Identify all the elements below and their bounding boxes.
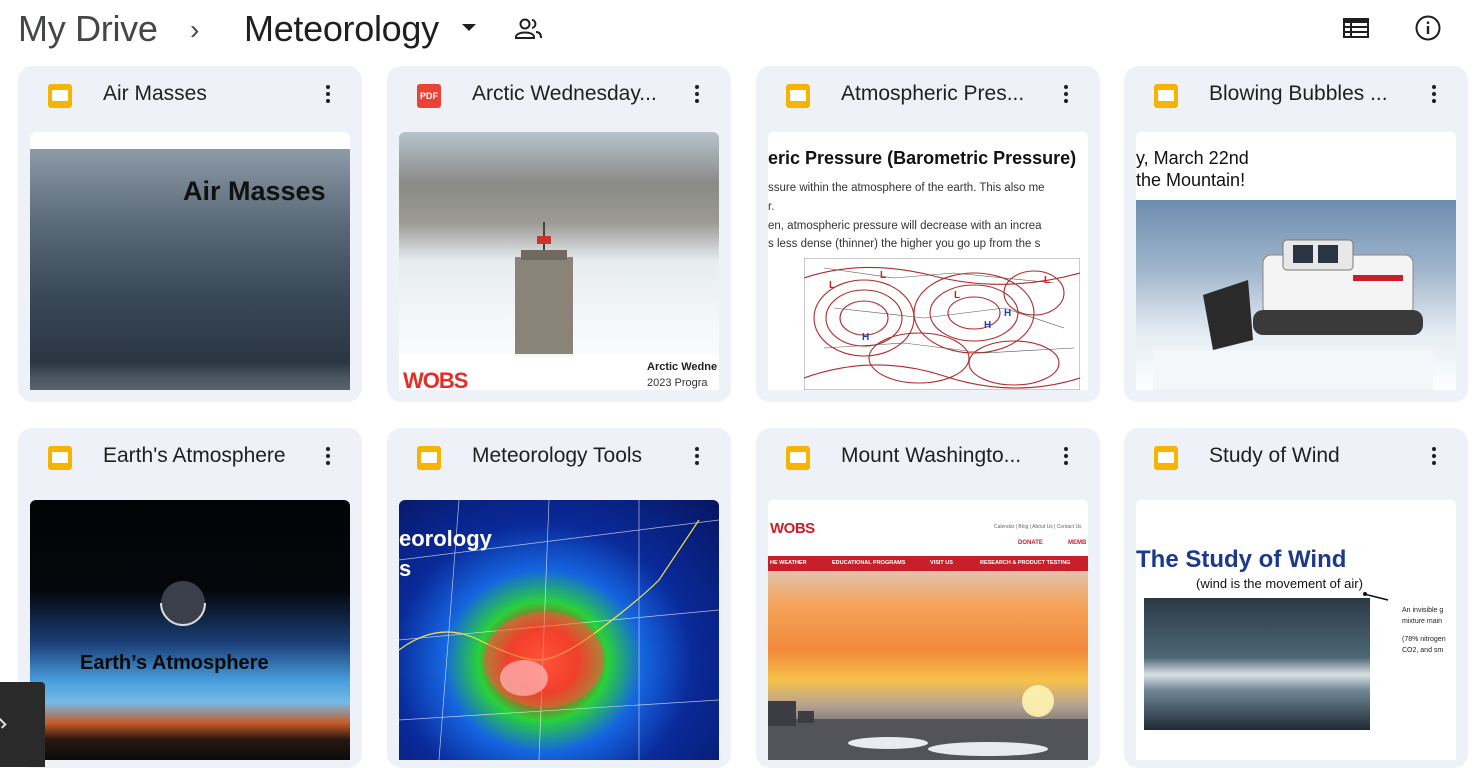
chevron-left-icon xyxy=(0,717,7,729)
file-card-earths-atmosphere[interactable]: Earth's Atmosphere Earth’s Atmosphere xyxy=(18,428,362,768)
slides-file-icon xyxy=(786,84,810,108)
pdf-file-icon: PDF xyxy=(417,84,441,108)
sunset-landscape-image xyxy=(768,685,1088,760)
thumbnail-text-line: en, atmospheric pressure will decrease w… xyxy=(768,220,1042,232)
slides-file-icon xyxy=(1154,84,1178,108)
file-name: Arctic Wednesday... xyxy=(472,82,657,105)
breadcrumb-my-drive[interactable]: My Drive xyxy=(18,8,158,50)
file-card-air-masses[interactable]: Air Masses Air Masses xyxy=(18,66,362,402)
file-thumbnail[interactable]: Calendar | Blog | About Us | Contact Us … xyxy=(768,500,1088,760)
file-name: Meteorology Tools xyxy=(472,444,643,467)
file-card-mount-washington[interactable]: Mount Washingto... Calendar | Blog | Abo… xyxy=(756,428,1100,768)
svg-text:H: H xyxy=(984,320,991,331)
file-card-header: Mount Washingto... xyxy=(756,428,1100,488)
file-card-header: Air Masses xyxy=(18,66,362,126)
more-vert-icon[interactable] xyxy=(318,444,338,472)
info-icon[interactable] xyxy=(1414,14,1442,42)
more-vert-icon[interactable] xyxy=(687,82,707,110)
svg-text:L: L xyxy=(954,290,960,301)
thumbnail-donate: DONATE xyxy=(1018,540,1043,546)
collapsed-panel-tab[interactable] xyxy=(0,682,45,767)
thumbnail-text-line: s less dense (thinner) the higher you go… xyxy=(768,238,1041,250)
more-vert-icon[interactable] xyxy=(318,82,338,110)
list-view-icon[interactable] xyxy=(1343,18,1369,38)
more-vert-icon[interactable] xyxy=(1424,82,1444,110)
file-card-arctic-wednesday[interactable]: PDF Arctic Wednesday... WOBS Arctic Wedn… xyxy=(387,66,731,402)
thumbnail-text-line: y, March 22nd xyxy=(1136,148,1249,168)
thumbnail-caption-year: 2023 Progra xyxy=(647,377,708,389)
svg-text:L: L xyxy=(829,280,835,291)
file-card-study-of-wind[interactable]: Study of Wind The Study of Wind (wind is… xyxy=(1124,428,1468,768)
more-vert-icon[interactable] xyxy=(1056,444,1076,472)
slides-file-icon xyxy=(786,446,810,470)
file-thumbnail[interactable]: Earth’s Atmosphere xyxy=(30,500,350,760)
file-card-header: Meteorology Tools xyxy=(387,428,731,488)
file-thumbnail[interactable]: Air Masses xyxy=(30,132,350,390)
thumbnail-member: MEMB xyxy=(1068,540,1087,546)
more-vert-icon[interactable] xyxy=(1056,82,1076,110)
thumbnail-title: The Study of Wind xyxy=(1136,546,1347,573)
file-card-blowing-bubbles[interactable]: Blowing Bubbles ... y, March 22nd the Mo… xyxy=(1124,66,1468,402)
thumbnail-logo: WOBS xyxy=(770,520,815,537)
svg-text:L: L xyxy=(880,270,886,281)
header-bar: My Drive › Meteorology xyxy=(0,0,1483,58)
thumbnail-side-text: mixture main xyxy=(1402,618,1443,625)
thumbnail-nav-item: EDUCATIONAL PROGRAMS xyxy=(832,560,906,566)
file-name: Blowing Bubbles ... xyxy=(1209,82,1388,105)
people-icon[interactable] xyxy=(514,16,544,42)
observatory-tower-image xyxy=(399,222,719,390)
file-card-header: Blowing Bubbles ... xyxy=(1124,66,1468,126)
file-name: Earth's Atmosphere xyxy=(103,444,286,467)
file-name: Study of Wind xyxy=(1209,444,1340,467)
thumbnail-title-line2: s xyxy=(399,556,412,581)
svg-text:H: H xyxy=(862,332,869,343)
thumbnail-side-text: An invisible g xyxy=(1402,607,1444,614)
file-card-header: Atmospheric Pres... xyxy=(756,66,1100,126)
file-thumbnail[interactable]: y, March 22nd the Mountain! xyxy=(1136,132,1456,390)
thumbnail-nav-item: VISIT US xyxy=(930,560,953,566)
file-thumbnail[interactable]: eric Pressure (Barometric Pressure) ssur… xyxy=(768,132,1088,390)
file-card-header: Earth's Atmosphere xyxy=(18,428,362,488)
slides-file-icon xyxy=(48,446,72,470)
thumbnail-side-text: (78% nitrogen xyxy=(1402,636,1446,643)
file-card-header: Study of Wind xyxy=(1124,428,1468,488)
file-name: Air Masses xyxy=(103,82,207,105)
thumbnail-nav-item: HE WEATHER xyxy=(770,560,807,566)
file-card-meteorology-tools[interactable]: Meteorology Tools eorology s xyxy=(387,428,731,768)
more-vert-icon[interactable] xyxy=(687,444,707,472)
storm-cloud-image xyxy=(1144,598,1370,730)
file-thumbnail[interactable]: The Study of Wind (wind is the movement … xyxy=(1136,500,1456,760)
file-card-atmospheric-pressure[interactable]: Atmospheric Pres... eric Pressure (Barom… xyxy=(756,66,1100,402)
slides-file-icon xyxy=(417,446,441,470)
slides-file-icon xyxy=(48,84,72,108)
slides-file-icon xyxy=(1154,446,1178,470)
thumbnail-top-links: Calendar | Blog | About Us | Contact Us xyxy=(994,524,1082,530)
more-vert-icon[interactable] xyxy=(1424,444,1444,472)
snowcat-vehicle-image xyxy=(1153,239,1433,390)
file-card-header: PDF Arctic Wednesday... xyxy=(387,66,731,126)
thumbnail-text-line: ssure within the atmosphere of the earth… xyxy=(768,182,1045,194)
thumbnail-text-line: the Mountain! xyxy=(1136,170,1246,190)
thumbnail-subtitle: (wind is the movement of air) xyxy=(1196,576,1363,591)
thumbnail-title: Air Masses xyxy=(183,176,326,206)
thumbnail-caption: Arctic Wedne xyxy=(647,361,718,373)
folder-menu-caret-icon[interactable] xyxy=(462,24,476,31)
moon-image xyxy=(160,581,206,626)
file-thumbnail[interactable]: WOBS Arctic Wedne 2023 Progra xyxy=(399,132,719,390)
thumbnail-nav-item: RESEARCH & PRODUCT TESTING xyxy=(980,560,1071,566)
thumbnail-title: eorology xyxy=(399,526,492,551)
thumbnail-text-line: r. xyxy=(768,201,775,213)
file-name: Mount Washingto... xyxy=(841,444,1022,467)
file-name: Atmospheric Pres... xyxy=(841,82,1025,105)
svg-text:L: L xyxy=(1044,275,1050,286)
thumbnail-title: Earth’s Atmosphere xyxy=(80,652,269,674)
thumbnail-side-text: CO2, and sm xyxy=(1402,647,1444,654)
svg-text:H: H xyxy=(1004,308,1011,319)
thumbnail-logo: WOBS xyxy=(403,368,468,390)
thumbnail-title: eric Pressure (Barometric Pressure) xyxy=(768,148,1077,168)
file-thumbnail[interactable]: eorology s xyxy=(399,500,719,760)
breadcrumb-current-folder[interactable]: Meteorology xyxy=(244,8,439,50)
breadcrumb-separator: › xyxy=(190,14,200,45)
weather-map-image: H H H L L L L xyxy=(804,258,1080,390)
